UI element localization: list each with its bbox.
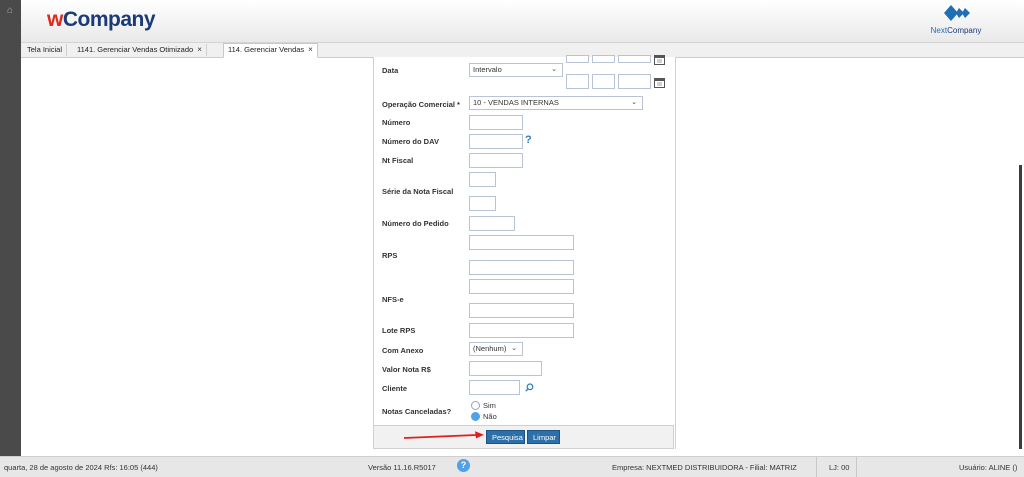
- vertical-scrollbar[interactable]: [1019, 165, 1022, 449]
- info-icon[interactable]: ?: [457, 459, 470, 472]
- status-date: quarta, 28 de agosto de 2024 Rfs: 16:05 …: [4, 463, 158, 472]
- valor-nota-field[interactable]: [469, 361, 542, 376]
- search-icon[interactable]: [525, 383, 534, 392]
- date-to-year-field[interactable]: [618, 74, 651, 89]
- valor-nota-label: Valor Nota R$: [382, 365, 431, 374]
- notas-canceladas-label: Notas Canceladas?: [382, 407, 452, 416]
- cliente-label: Cliente: [382, 384, 408, 393]
- chevron-down-icon: ⌄: [551, 66, 557, 73]
- date-from-month-field[interactable]: [592, 55, 615, 63]
- date-from-day-field[interactable]: [566, 55, 589, 63]
- tab-tela-inicial[interactable]: Tela Inicial: [23, 44, 68, 56]
- calendar-icon[interactable]: [654, 54, 665, 65]
- numero-pedido-label: Número do Pedido: [382, 219, 449, 228]
- usuario-text: Usuário: ALINE (): [959, 463, 1018, 472]
- wcompany-logo: wCompany: [47, 8, 156, 31]
- data-type-select[interactable]: Intervalo ⌄: [469, 63, 563, 77]
- cliente-field[interactable]: [469, 380, 520, 395]
- numero-label: Número: [382, 118, 411, 127]
- radio-sim-label: Sim: [483, 401, 496, 410]
- lote-rps-label: Lote RPS: [382, 326, 416, 335]
- nt-fiscal-label: Nt Fiscal: [382, 156, 414, 165]
- app-header: wCompany NextCompany: [21, 0, 1024, 43]
- pesquisa-button[interactable]: Pesquisa: [486, 430, 525, 444]
- numero-dav-label: Número do DAV: [382, 137, 439, 146]
- calendar-icon[interactable]: [654, 77, 665, 88]
- lote-rps-field[interactable]: [469, 323, 574, 338]
- radio-nao[interactable]: [471, 412, 480, 421]
- status-divider: [816, 457, 817, 477]
- numero-dav-field[interactable]: [469, 134, 523, 149]
- chevron-down-icon: ⌄: [511, 345, 517, 352]
- limpar-button[interactable]: Limpar: [527, 430, 560, 444]
- tab-gerenciar-vendas-otimizado[interactable]: 1141. Gerenciar Vendas Otimizado ×: [73, 44, 207, 56]
- com-anexo-select[interactable]: (Nenhum) ⌄: [469, 342, 523, 356]
- radio-nao-label: Não: [483, 412, 497, 421]
- com-anexo-label: Com Anexo: [382, 346, 424, 355]
- nfse-field-1[interactable]: [469, 279, 574, 294]
- tab-bar: Tela Inicial 1141. Gerenciar Vendas Otim…: [21, 43, 1024, 58]
- radio-sim[interactable]: [471, 401, 480, 410]
- tab-gerenciar-vendas[interactable]: 114. Gerenciar Vendas ×: [223, 43, 318, 58]
- home-icon[interactable]: ⌂: [5, 6, 15, 16]
- side-nav-strip: ⌂: [0, 0, 21, 476]
- empresa-text: Empresa: NEXTMED DISTRIBUIDORA - Filial:…: [612, 463, 797, 472]
- close-icon[interactable]: ×: [308, 45, 313, 54]
- nfse-field-2[interactable]: [469, 303, 574, 318]
- serie-nota-fiscal-label: Série da Nota Fiscal: [382, 187, 454, 196]
- status-divider: [856, 457, 857, 477]
- nt-fiscal-field[interactable]: [469, 153, 523, 168]
- date-to-day-field[interactable]: [566, 74, 589, 89]
- operacao-comercial-label: Operação Comercial *: [382, 100, 460, 109]
- date-from-year-field[interactable]: [618, 55, 651, 63]
- nfse-label: NFS-e: [382, 295, 404, 304]
- help-icon[interactable]: ?: [525, 134, 532, 146]
- rps-field-1[interactable]: [469, 235, 574, 250]
- loja-text: LJ: 00: [829, 463, 850, 472]
- date-to-month-field[interactable]: [592, 74, 615, 89]
- annotation-arrow-icon: [404, 431, 484, 439]
- close-icon[interactable]: ×: [197, 45, 202, 54]
- status-bar: quarta, 28 de agosto de 2024 Rfs: 16:05 …: [0, 456, 1024, 477]
- numero-pedido-field[interactable]: [469, 216, 515, 231]
- chevron-down-icon: ⌄: [631, 99, 637, 106]
- serie-nota-fiscal-field-1[interactable]: [469, 172, 496, 187]
- nextcompany-logo: NextCompany: [926, 4, 986, 36]
- filter-form: Data Intervalo ⌄ Operação Comercial * 10 …: [373, 54, 676, 449]
- version-text: Versão 11.16.R5017: [368, 463, 436, 472]
- rps-label: RPS: [382, 251, 398, 260]
- numero-field[interactable]: [469, 115, 523, 130]
- data-label: Data: [382, 66, 399, 75]
- operacao-comercial-select[interactable]: 10 - VENDAS INTERNAS ⌄: [469, 96, 643, 110]
- nextcompany-mark-icon: [944, 5, 970, 21]
- serie-nota-fiscal-field-2[interactable]: [469, 196, 496, 211]
- rps-field-2[interactable]: [469, 260, 574, 275]
